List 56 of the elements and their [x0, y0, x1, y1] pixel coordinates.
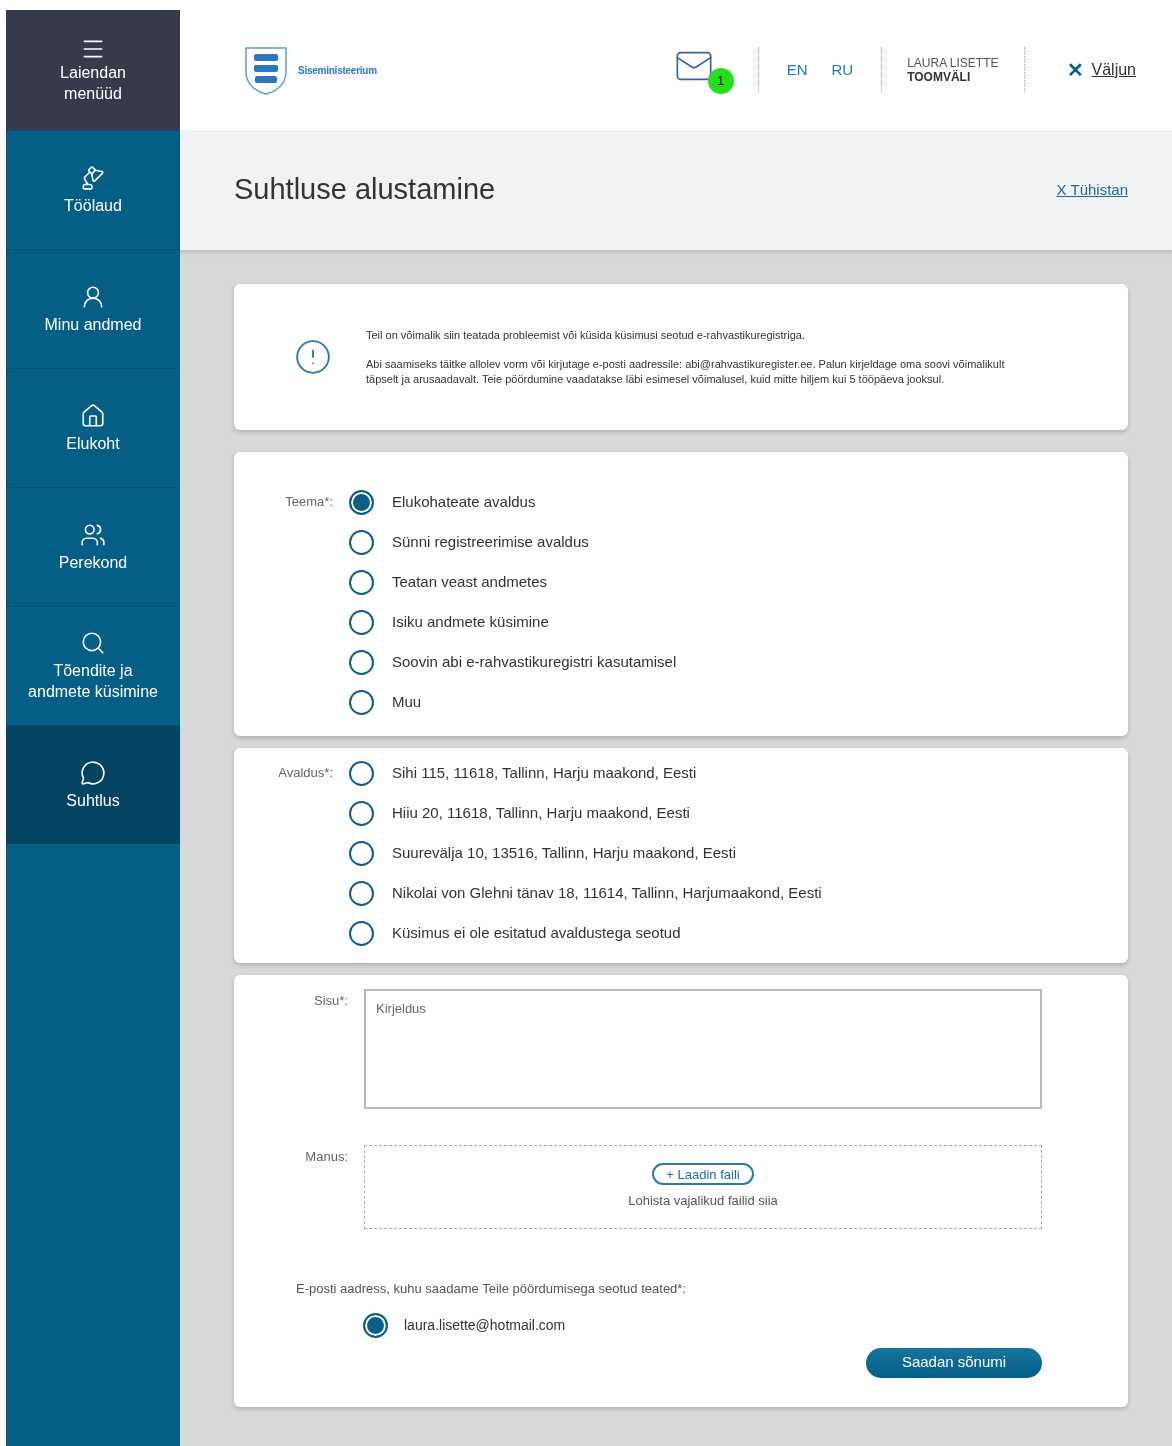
close-icon: ✕ — [1066, 55, 1084, 85]
page-title: Suhtluse alustamine — [234, 172, 497, 208]
radio-button[interactable] — [349, 690, 374, 715]
home-icon — [80, 402, 106, 429]
radio-button[interactable] — [349, 801, 374, 826]
radio-button[interactable] — [349, 570, 374, 595]
logo-text: Siseministeerium — [298, 63, 377, 78]
language-link[interactable]: EN — [786, 58, 808, 82]
option-label: Küsimus ei ole esitatud avaldustega seotud — [392, 923, 681, 944]
send-button[interactable]: Saadan sõnumi — [866, 1347, 1042, 1378]
sidebar-item[interactable]: Suhtlus — [6, 725, 180, 844]
option-label: Teatan veast andmetes — [392, 572, 548, 593]
option-label: Hiiu 20, 11618, Tallinn, Harju maakond, Eesti — [392, 803, 690, 824]
option-label: Nikolai von Glehni tänav 18, 11614, Tallinn, Harjumaakond, Eesti — [392, 883, 822, 904]
upload-button[interactable]: + Laadin faili — [652, 1163, 754, 1186]
option-label: Soovin abi e-rahvastikuregistri kasutamisel — [392, 652, 677, 673]
option-label: Elukohateate avaldus — [392, 492, 536, 513]
language-link[interactable]: RU — [831, 58, 854, 82]
search-icon — [80, 630, 106, 656]
notification-badge: 1 — [707, 68, 734, 94]
drop-zone[interactable]: + Laadin faili Lohista vajalikud failid siia — [364, 1145, 1042, 1229]
alert-icon — [294, 338, 332, 376]
field-label: E-posti aadress, kuhu saadame Teile pöördumisega seotud teated*: — [296, 1280, 687, 1298]
user-last-name: TOOMVÄLI — [907, 70, 972, 84]
field-label: Avaldus*: — [277, 764, 334, 782]
mail-button[interactable]: 1 — [667, 46, 734, 94]
drop-hint: Lohista vajalikud failid siia — [628, 1192, 778, 1211]
cancel-link[interactable]: X Tühistan — [1056, 178, 1128, 202]
radio-button[interactable] — [349, 610, 374, 635]
radio-button[interactable] — [349, 490, 374, 515]
menu-button[interactable]: Laiendan menüüd — [6, 10, 180, 130]
radio-button[interactable] — [363, 1312, 388, 1338]
logout-link[interactable]: Väljun — [1091, 58, 1136, 82]
user-first-name: LAURA LISETTE — [907, 56, 999, 70]
option-label: Sünni registreerimise avaldus — [392, 532, 589, 553]
radio-button[interactable] — [349, 921, 374, 946]
radio-button[interactable] — [349, 530, 374, 555]
desk-icon — [80, 164, 106, 191]
radio-button[interactable] — [349, 650, 374, 675]
family-icon — [80, 521, 106, 548]
radio-button[interactable] — [349, 881, 374, 906]
field-label: Sisu*: — [313, 992, 349, 1010]
option-label: Isiku andmete küsimine — [392, 612, 549, 633]
chat-icon — [80, 759, 106, 786]
info-paragraph: Teil on võimalik siin teatada probleemist või küsida küsimusi seotud e-rahvastikuregistriga. — [366, 327, 806, 343]
radio-button[interactable] — [349, 761, 374, 786]
radio-button[interactable] — [349, 841, 374, 866]
option-label: Muu — [392, 692, 422, 713]
email-option: laura.lisette@hotmail.com — [404, 1314, 566, 1336]
option-label: Sihi 115, 11618, Tallinn, Harju maakond, Eesti — [392, 763, 697, 784]
coat-of-arms-icon — [242, 44, 290, 96]
option-label: Suurevälja 10, 13516, Tallinn, Harju maakond, Eesti — [392, 843, 737, 864]
field-label: Teema*: — [284, 493, 334, 511]
info-paragraph: Abi saamiseks täitke allolev vorm või kirjutage e-posti aadressile: abi@rahvastikuregister.ee. Palun kirjeldage oma soovi võimalikult täpselt ja arusaadavalt. Teie pöördumine vaadatakse läbi esimesel võimalusel, kuid mitte hiljem kui 5 tööpäeva jooksul. — [366, 356, 1006, 387]
field-label: Manus: — [304, 1148, 349, 1166]
content-field[interactable]: Kirjeldus — [364, 989, 1042, 1109]
